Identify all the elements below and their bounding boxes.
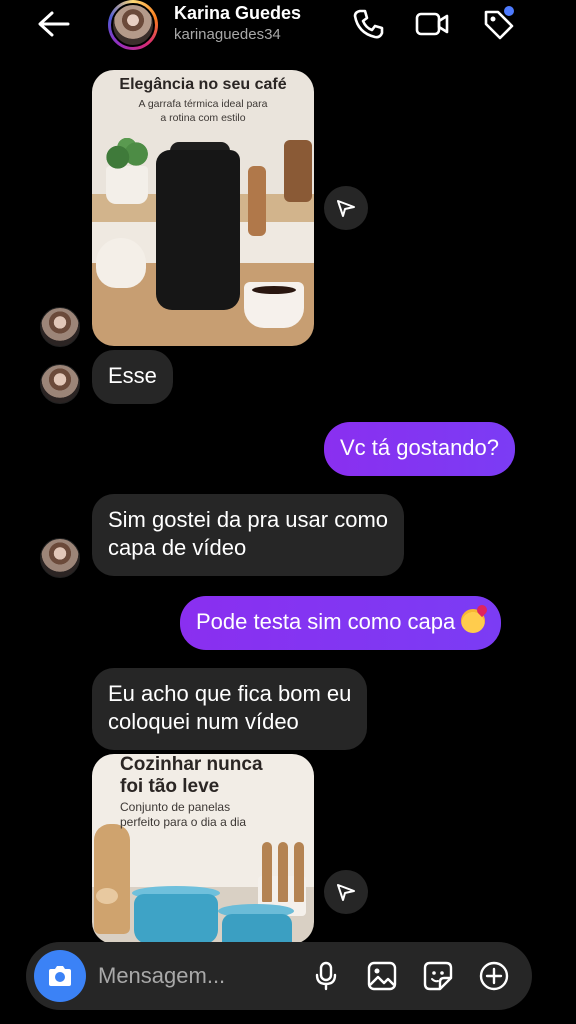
message-text: coloquei num vídeo [108, 709, 299, 734]
incoming-message[interactable]: Esse [92, 350, 173, 404]
camera-icon [49, 966, 71, 986]
voice-call-button[interactable] [350, 6, 386, 42]
pan-illustration [134, 894, 218, 944]
contact-username[interactable]: karinaguedes34 [174, 26, 281, 43]
share-button[interactable] [324, 186, 368, 230]
tag-button[interactable] [480, 6, 516, 42]
message-text: Esse [108, 363, 157, 388]
message-composer [26, 942, 532, 1010]
contact-avatar[interactable] [108, 0, 158, 50]
card-title: Elegância no seu café [119, 76, 287, 93]
sender-avatar[interactable] [40, 538, 80, 578]
send-icon [337, 200, 355, 217]
video-camera-icon [415, 12, 449, 36]
plus-circle-icon [479, 961, 509, 991]
sticker-icon [423, 961, 453, 991]
incoming-message[interactable]: Eu acho que fica bom eu coloquei num víd… [92, 668, 368, 750]
microphone-icon [315, 961, 337, 991]
notification-dot [504, 6, 514, 16]
shared-image-thermos[interactable]: Elegância no seu café A garrafa térmica … [92, 70, 314, 346]
card-title: Cozinhar nunca [120, 754, 263, 775]
video-call-button[interactable] [414, 6, 450, 42]
chat-header: Karina Guedes karinaguedes34 [0, 0, 576, 52]
sticker-button[interactable] [422, 960, 454, 992]
message-text: Eu acho que fica bom eu [108, 681, 352, 706]
message-input[interactable] [98, 962, 288, 990]
message-text: capa de vídeo [108, 535, 247, 560]
incoming-message[interactable]: Sim gostei da pra usar como capa de víde… [92, 494, 405, 576]
sender-avatar[interactable] [40, 307, 80, 347]
card-title: foi tão leve [120, 776, 220, 797]
message-text: Sim gostei da pra usar como [108, 507, 389, 532]
smiling-face-with-hearts-emoji [461, 609, 486, 633]
pan-illustration [222, 914, 292, 944]
contact-name[interactable]: Karina Guedes [174, 3, 301, 24]
phone-icon [353, 9, 384, 39]
card-subtitle: perfeito para o dia a dia [120, 815, 247, 829]
shared-image-cookware[interactable]: Cozinhar nunca foi tão leve Conjunto de … [92, 754, 314, 944]
card-subtitle: a rotina com estilo [160, 112, 246, 124]
share-button[interactable] [324, 870, 368, 914]
message-text: Vc tá gostando? [340, 435, 500, 460]
sender-avatar[interactable] [40, 364, 80, 404]
image-icon [367, 961, 397, 991]
gallery-button[interactable] [366, 960, 398, 992]
camera-button[interactable] [34, 950, 86, 1002]
send-icon [337, 884, 355, 901]
card-subtitle: A garrafa térmica ideal para [138, 98, 268, 110]
back-button[interactable] [34, 8, 74, 40]
voice-message-button[interactable] [310, 960, 342, 992]
card-subtitle: Conjunto de panelas [120, 800, 231, 814]
thermos-illustration [156, 150, 240, 310]
outgoing-message[interactable]: Pode testa sim como capa [180, 596, 502, 650]
add-button[interactable] [478, 960, 510, 992]
message-text: Pode testa sim como capa [196, 609, 456, 634]
arrow-left-icon [38, 11, 70, 37]
outgoing-message[interactable]: Vc tá gostando? [324, 422, 516, 476]
